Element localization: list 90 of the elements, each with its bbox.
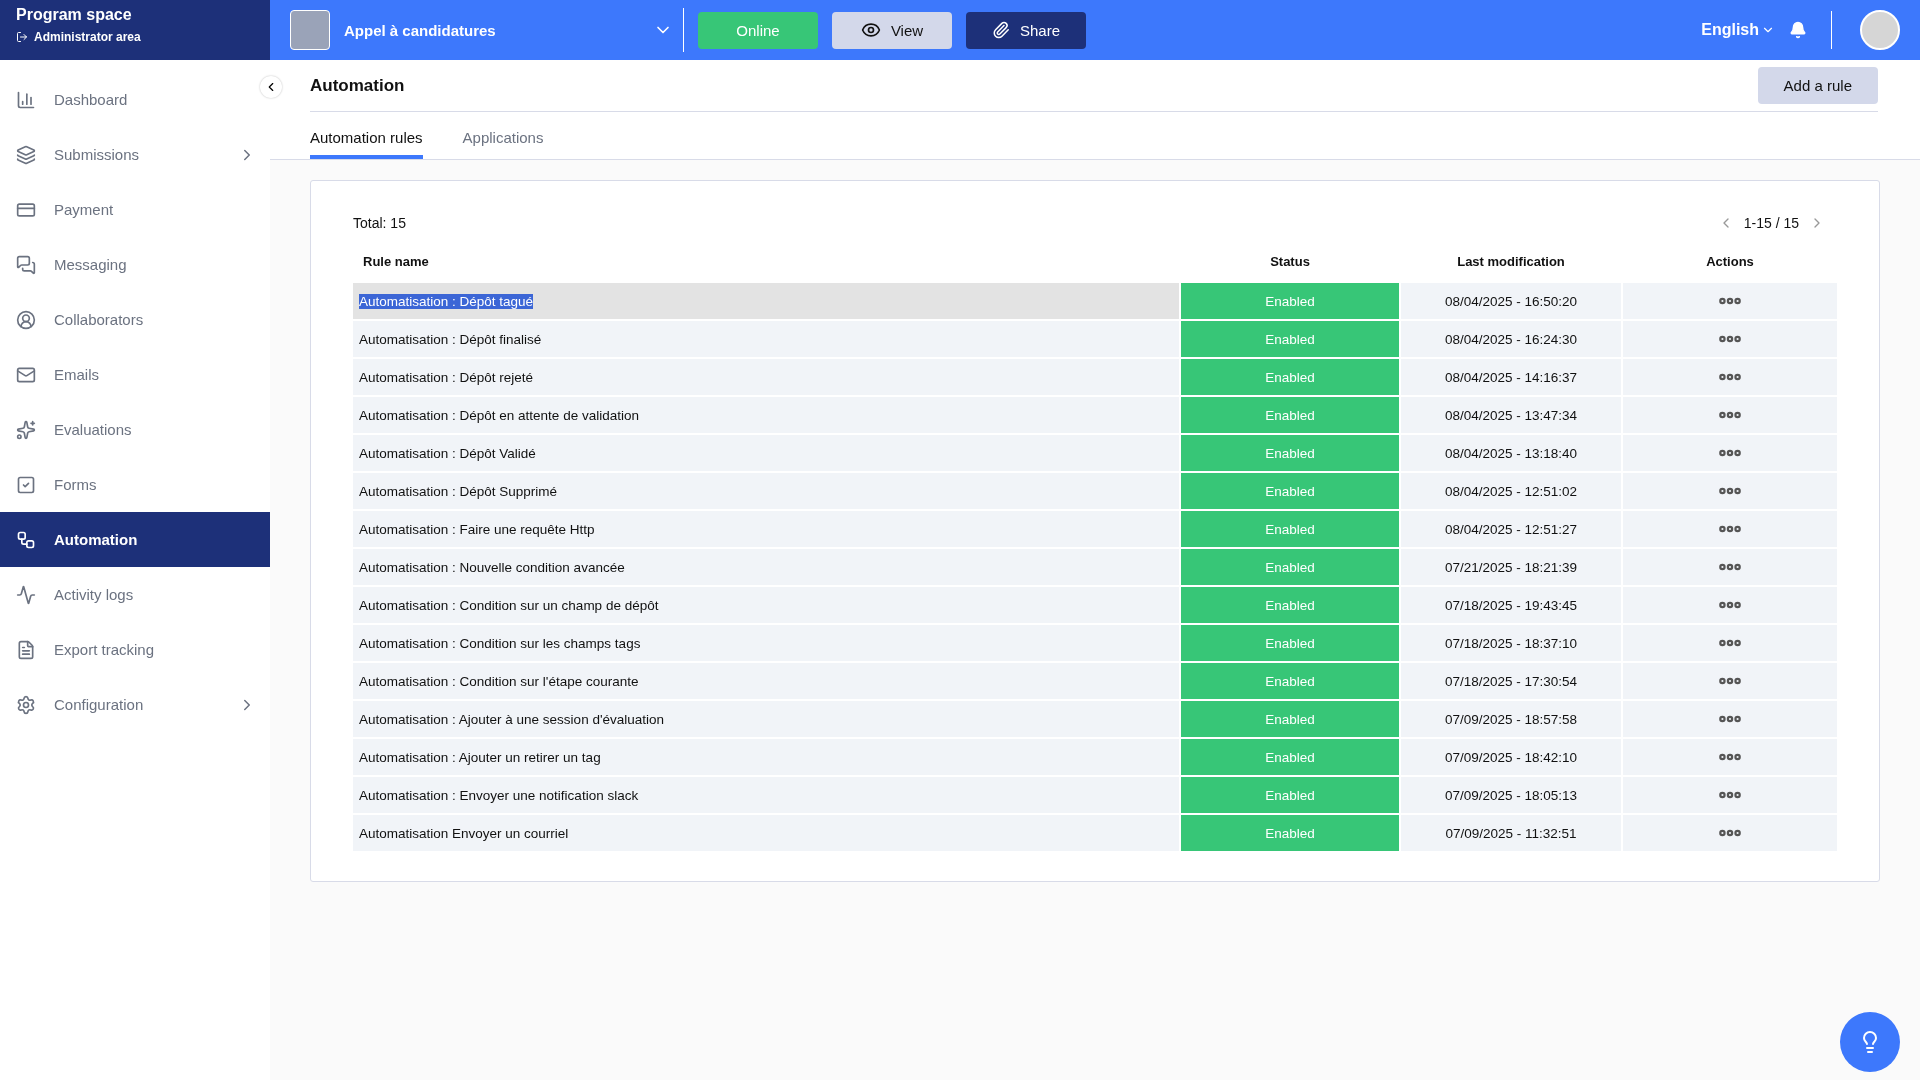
table-cell: 07/09/2025 - 11:32:51 <box>1401 815 1621 851</box>
status-badge: Enabled <box>1181 549 1399 585</box>
status-badge: Enabled <box>1181 739 1399 775</box>
table-cell: 07/18/2025 - 17:30:54 <box>1401 663 1621 699</box>
sidebar-item[interactable]: Configuration <box>0 677 270 732</box>
table-cell: Automatisation : Dépôt Validé <box>353 435 1179 471</box>
table-cell: 07/21/2025 - 18:21:39 <box>1401 549 1621 585</box>
table-cell: Automatisation : Dépôt rejeté <box>353 359 1179 395</box>
page-title: Automation <box>310 75 405 96</box>
status-badge: Enabled <box>1181 625 1399 661</box>
table-cell: Automatisation : Ajouter un retirer un tag <box>353 739 1179 775</box>
column-header: Status <box>1269 252 1311 271</box>
document-icon <box>16 639 36 660</box>
exit-icon <box>16 31 28 43</box>
administrator-area-link[interactable]: Administrator area <box>16 30 254 44</box>
chat-icon <box>16 254 36 275</box>
stars-icon <box>16 419 36 440</box>
sidebar-item[interactable]: Messaging <box>0 237 270 292</box>
checkbox-icon <box>16 474 36 495</box>
table-cell: Automatisation : Envoyer une notification slack <box>353 777 1179 813</box>
program-selector[interactable]: Appel à candidatures <box>344 8 684 52</box>
layers-icon <box>16 144 36 165</box>
pulse-icon <box>16 584 36 605</box>
table-cell: 07/09/2025 - 18:57:58 <box>1401 701 1621 737</box>
sidebar-item[interactable]: Forms <box>0 457 270 512</box>
status-badge: Enabled <box>1181 283 1399 319</box>
table-cell: 07/09/2025 - 18:05:13 <box>1401 777 1621 813</box>
status-badge: Enabled <box>1181 815 1399 851</box>
status-badge: Enabled <box>1181 321 1399 357</box>
sidebar-item[interactable]: Collaborators <box>0 292 270 347</box>
table-cell: 08/04/2025 - 12:51:27 <box>1401 511 1621 547</box>
sidebar-item[interactable]: Export tracking <box>0 622 270 677</box>
tab[interactable]: Applications <box>462 129 544 159</box>
tab[interactable]: Automation rules <box>310 129 423 159</box>
status-badge: Enabled <box>1181 511 1399 547</box>
status-badge: Enabled <box>1181 777 1399 813</box>
table-cell: Automatisation : Dépôt Supprimé <box>353 473 1179 509</box>
sidebar-item[interactable]: Submissions <box>0 127 270 182</box>
column-header: Last modification <box>1456 252 1566 271</box>
share-button[interactable]: Share <box>966 11 1086 49</box>
table-cell: 08/04/2025 - 13:18:40 <box>1401 435 1621 471</box>
table-cell: Automatisation : Condition sur l'étape courante <box>353 663 1179 699</box>
status-badge: Enabled <box>1181 663 1399 699</box>
table-cell: 07/18/2025 - 19:43:45 <box>1401 587 1621 623</box>
settings-icon <box>16 694 36 715</box>
column-header: Rule name <box>362 252 430 271</box>
table-cell: Automatisation : Nouvelle condition avancée <box>353 549 1179 585</box>
table-cell: 08/04/2025 - 13:47:34 <box>1401 397 1621 433</box>
status-badge: Enabled <box>1181 587 1399 623</box>
sidebar-item[interactable]: Emails <box>0 347 270 402</box>
table-cell: Automatisation : Condition sur un champ de dépôt <box>353 587 1179 623</box>
sidebar-item[interactable]: Evaluations <box>0 402 270 457</box>
flow-icon <box>16 529 36 550</box>
pagination-text: 1-15 / 15 <box>1743 215 1799 231</box>
status-badge: Enabled <box>1181 701 1399 737</box>
bar-chart-icon <box>16 89 36 110</box>
table-cell: Automatisation : Ajouter à une session d'évaluation <box>353 701 1179 737</box>
sidebar-item[interactable]: Dashboard <box>0 72 270 127</box>
table-cell: 08/04/2025 - 16:24:30 <box>1401 321 1621 357</box>
column-header: Actions <box>1705 252 1755 271</box>
table-cell: Automatisation : Dépôt en attente de validation <box>353 397 1179 433</box>
program-space-title: Program space <box>16 6 133 24</box>
bell-icon[interactable] <box>1789 21 1807 39</box>
table-cell: 08/04/2025 - 14:16:37 <box>1401 359 1621 395</box>
sidebar-item[interactable]: Activity logs <box>0 567 270 622</box>
sidebar-item[interactable]: Payment <box>0 182 270 237</box>
table-cell: 07/18/2025 - 18:37:10 <box>1401 625 1621 661</box>
lightbulb-button[interactable] <box>1840 1012 1900 1072</box>
avatar[interactable] <box>1860 10 1900 50</box>
eye-icon <box>860 20 881 40</box>
add-rule-button[interactable]: Add a rule <box>1757 67 1878 104</box>
photo-placeholder <box>290 10 330 50</box>
table-cell: 08/04/2025 - 16:50:20 <box>1401 283 1621 319</box>
language-selector[interactable]: English <box>1701 21 1775 39</box>
table-cell: 08/04/2025 - 12:51:02 <box>1401 473 1621 509</box>
sidebar-item[interactable]: Automation <box>0 512 270 567</box>
view-button[interactable]: View <box>832 11 952 49</box>
table-cell: Automatisation : Condition sur les champs tags <box>353 625 1179 661</box>
table-cell: 07/09/2025 - 18:42:10 <box>1401 739 1621 775</box>
table-cell: Automatisation Envoyer un courriel <box>353 815 1179 851</box>
table-cell: Automatisation : Dépôt tagué <box>353 283 1179 319</box>
user-icon <box>16 309 36 330</box>
status-badge: Enabled <box>1181 359 1399 395</box>
total-count: Total: 15 <box>353 215 406 231</box>
status-badge: Enabled <box>1181 397 1399 433</box>
status-badge: Enabled <box>1181 473 1399 509</box>
table-cell: Automatisation : Faire une requête Http <box>353 511 1179 547</box>
table-cell: Automatisation : Dépôt finalisé <box>353 321 1179 357</box>
status-badge: Enabled <box>1181 435 1399 471</box>
paperclip-icon <box>992 21 1010 39</box>
